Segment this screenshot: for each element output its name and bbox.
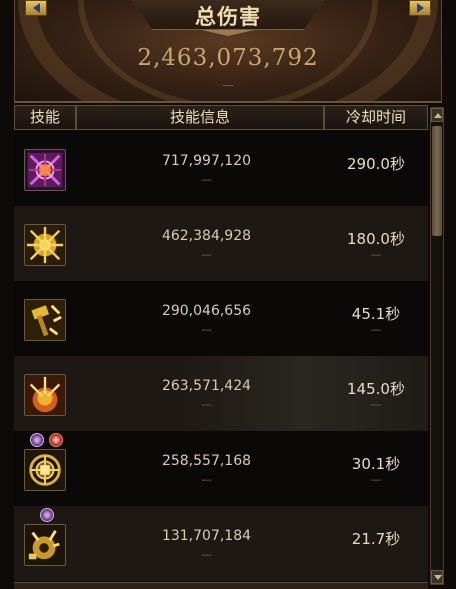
scroll-thumb[interactable] — [432, 126, 442, 236]
skill-cooldown: 145.0秒 — [347, 380, 405, 398]
total-damage-dash: — — [222, 78, 234, 92]
title-chevron — [202, 30, 254, 36]
skill-damage-dash: — — [201, 548, 212, 561]
arrow-left-icon — [32, 3, 40, 13]
skill-cooldown-dash: — — [370, 248, 382, 261]
arrow-right-icon — [416, 3, 424, 13]
skill-damage: 462,384,928 — [161, 228, 252, 244]
previous-page-button[interactable] — [25, 0, 47, 16]
skill-damage-dash: — — [201, 173, 212, 186]
skill-damage: 263,571,424 — [161, 378, 252, 394]
total-damage-banner: 总伤害 2,463,073,792 — — [14, 0, 442, 103]
total-damage-title: 总伤害 — [195, 5, 261, 29]
table-row[interactable]: 717,997,120 — 290.0秒 — [14, 131, 428, 206]
skill-damage-dash: — — [201, 323, 212, 336]
header-skill-info[interactable]: 技能信息 — [76, 105, 324, 130]
total-damage-value: 2,463,073,792 — [137, 45, 319, 71]
table-row[interactable]: 462,384,928 — 180.0秒 — — [14, 206, 428, 281]
header-cooldown[interactable]: 冷却时间 — [324, 105, 428, 130]
skill-damage-dash: — — [201, 473, 212, 486]
skill-damage: 717,997,120 — [161, 153, 252, 169]
skill-list: 717,997,120 — 290.0秒 462,384,928 — 180.0… — [14, 131, 428, 581]
title-plate: 总伤害 — [133, 0, 323, 30]
skill-cooldown: 45.1秒 — [351, 305, 401, 323]
table-row[interactable]: 263,571,424 — 145.0秒 — — [14, 356, 428, 431]
purple-rune-badge-icon — [40, 508, 54, 522]
skill-cooldown: 290.0秒 — [347, 155, 405, 173]
arrow-up-icon — [434, 113, 442, 118]
skill-cooldown-dash: — — [370, 473, 382, 486]
skill-cooldown: 180.0秒 — [347, 230, 405, 248]
skill-cooldown-dash: — — [370, 398, 382, 411]
purple-rune-badge-icon — [30, 433, 44, 447]
table-row[interactable]: 131,707,184 — 21.7秒 — [14, 506, 428, 581]
arrow-down-icon — [434, 575, 442, 580]
table-row[interactable]: 258,557,168 — 30.1秒 — — [14, 431, 428, 506]
vertical-scrollbar[interactable] — [430, 107, 444, 585]
golden-explosion-skill-icon — [24, 374, 66, 416]
red-swirl-badge-icon — [49, 433, 63, 447]
golden-wheel-skill-icon — [24, 449, 66, 491]
table-header: 技能 技能信息 冷却时间 — [14, 105, 428, 130]
skill-damage-dash: — — [201, 248, 212, 261]
scroll-down-button[interactable] — [431, 570, 443, 584]
table-row[interactable]: 290,046,656 — 45.1秒 — — [14, 281, 428, 356]
skill-damage: 131,707,184 — [161, 528, 252, 544]
skill-cooldown-dash: — — [370, 323, 382, 336]
skill-damage: 290,046,656 — [161, 303, 252, 319]
skill-cooldown: 21.7秒 — [351, 530, 401, 548]
skill-damage: 258,557,168 — [161, 453, 252, 469]
golden-gear-skill-icon — [24, 524, 66, 566]
scroll-up-button[interactable] — [431, 108, 443, 122]
skill-damage-dash: — — [201, 398, 212, 411]
skill-cooldown: 30.1秒 — [351, 455, 401, 473]
next-page-button[interactable] — [409, 0, 431, 16]
header-skill[interactable]: 技能 — [14, 105, 76, 130]
golden-burst-skill-icon — [24, 224, 66, 266]
purple-rune-skill-icon — [24, 149, 66, 191]
next-section-header — [14, 582, 428, 589]
golden-hammer-skill-icon — [24, 299, 66, 341]
